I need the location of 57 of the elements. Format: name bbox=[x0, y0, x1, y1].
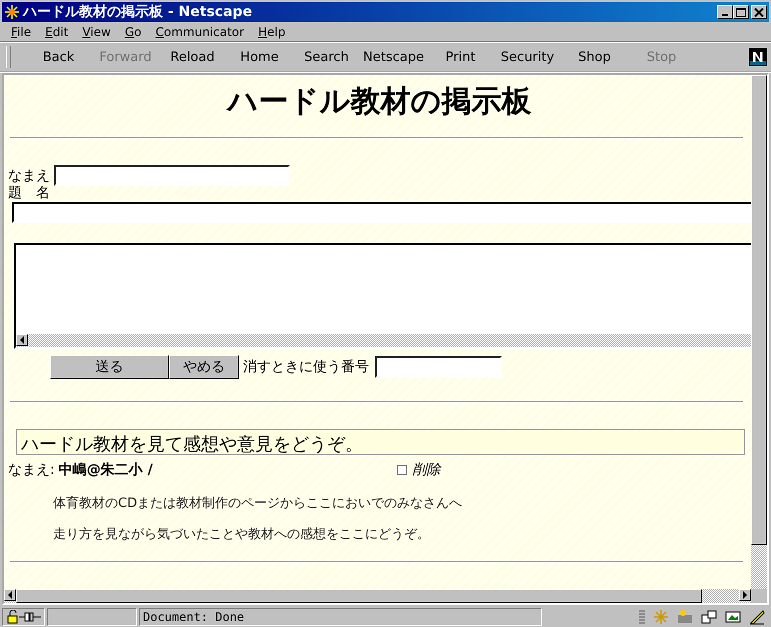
netscape-logo-icon bbox=[4, 4, 20, 20]
left-arrow-icon bbox=[7, 591, 13, 599]
scrollbar-thumb[interactable] bbox=[16, 589, 702, 603]
plug-icon bbox=[19, 610, 41, 624]
maximize-icon bbox=[736, 8, 746, 16]
minimize-icon bbox=[722, 14, 728, 16]
pencil-icon bbox=[749, 608, 765, 624]
status-grip-icon bbox=[639, 609, 645, 624]
post-text: 体育教材のCDまたは教材制作のページからここにおいでのみなさんへ bbox=[53, 494, 464, 512]
right-arrow-icon bbox=[742, 591, 748, 599]
author-label: なまえ: bbox=[8, 461, 55, 479]
padlock-icon bbox=[6, 610, 19, 624]
toolbar-button[interactable]: Security bbox=[494, 50, 561, 64]
submit-button[interactable]: 送る bbox=[50, 355, 169, 379]
picture-frame-icon bbox=[725, 608, 741, 624]
toolbar-button[interactable]: Back bbox=[25, 50, 92, 64]
post-text: 走り方を見ながら気づいたことや教材への感想をここにどうぞ。 bbox=[53, 526, 431, 543]
scroll-right-button[interactable] bbox=[739, 589, 751, 601]
author-name: 中嶋@朱二小 / bbox=[58, 461, 154, 479]
menu-item[interactable]: Edit bbox=[38, 24, 76, 38]
navigator-icon bbox=[653, 608, 669, 624]
toolbar-button[interactable]: Shop bbox=[561, 50, 628, 64]
toolbar-button[interactable]: Home bbox=[226, 50, 293, 64]
toolbar-button[interactable]: Netscape bbox=[360, 50, 427, 64]
status-text: Document: Done bbox=[139, 608, 542, 626]
toolbar-button[interactable]: Reload bbox=[159, 50, 226, 64]
scroll-left-button[interactable] bbox=[16, 334, 28, 346]
close-icon bbox=[754, 8, 764, 16]
scrollbar-thumb[interactable] bbox=[751, 75, 767, 545]
maximize-button[interactable] bbox=[733, 5, 749, 19]
menu-item[interactable]: Go bbox=[118, 24, 148, 38]
throbber-logo-icon bbox=[749, 48, 767, 66]
close-button[interactable] bbox=[751, 5, 767, 19]
scroll-left-button[interactable] bbox=[4, 589, 16, 601]
post-subject: ハードル教材を見て感想や意見をどうぞ。 bbox=[16, 429, 745, 455]
menu-item[interactable]: Communicator bbox=[148, 24, 252, 38]
name-label: なまえ bbox=[8, 166, 50, 184]
discussion-icon bbox=[701, 608, 717, 624]
window-title: ハードル教材の掲示板 - Netscape bbox=[23, 3, 254, 21]
minimize-button[interactable] bbox=[717, 5, 733, 19]
name-field[interactable] bbox=[54, 165, 290, 186]
menu-item[interactable]: File bbox=[4, 24, 38, 38]
delete-label: 削除 bbox=[412, 461, 441, 479]
mailbox-icon bbox=[677, 608, 693, 624]
toolbar-button[interactable]: Print bbox=[427, 50, 494, 64]
reset-button[interactable]: やめる bbox=[169, 355, 239, 379]
page-heading: ハードル教材の掲示板 bbox=[225, 83, 532, 121]
subject-label: 題 名 bbox=[8, 186, 51, 202]
menu-item[interactable]: Help bbox=[251, 24, 292, 38]
left-arrow-icon bbox=[19, 336, 25, 344]
message-field[interactable] bbox=[14, 243, 751, 349]
delete-key-label: 消すときに使う番号 bbox=[243, 358, 369, 376]
subject-field[interactable] bbox=[12, 202, 751, 223]
delete-checkbox[interactable] bbox=[396, 465, 407, 475]
menu-item[interactable]: View bbox=[75, 24, 118, 38]
toolbar-button[interactable]: Search bbox=[293, 50, 360, 64]
delete-key-field[interactable] bbox=[375, 356, 502, 378]
